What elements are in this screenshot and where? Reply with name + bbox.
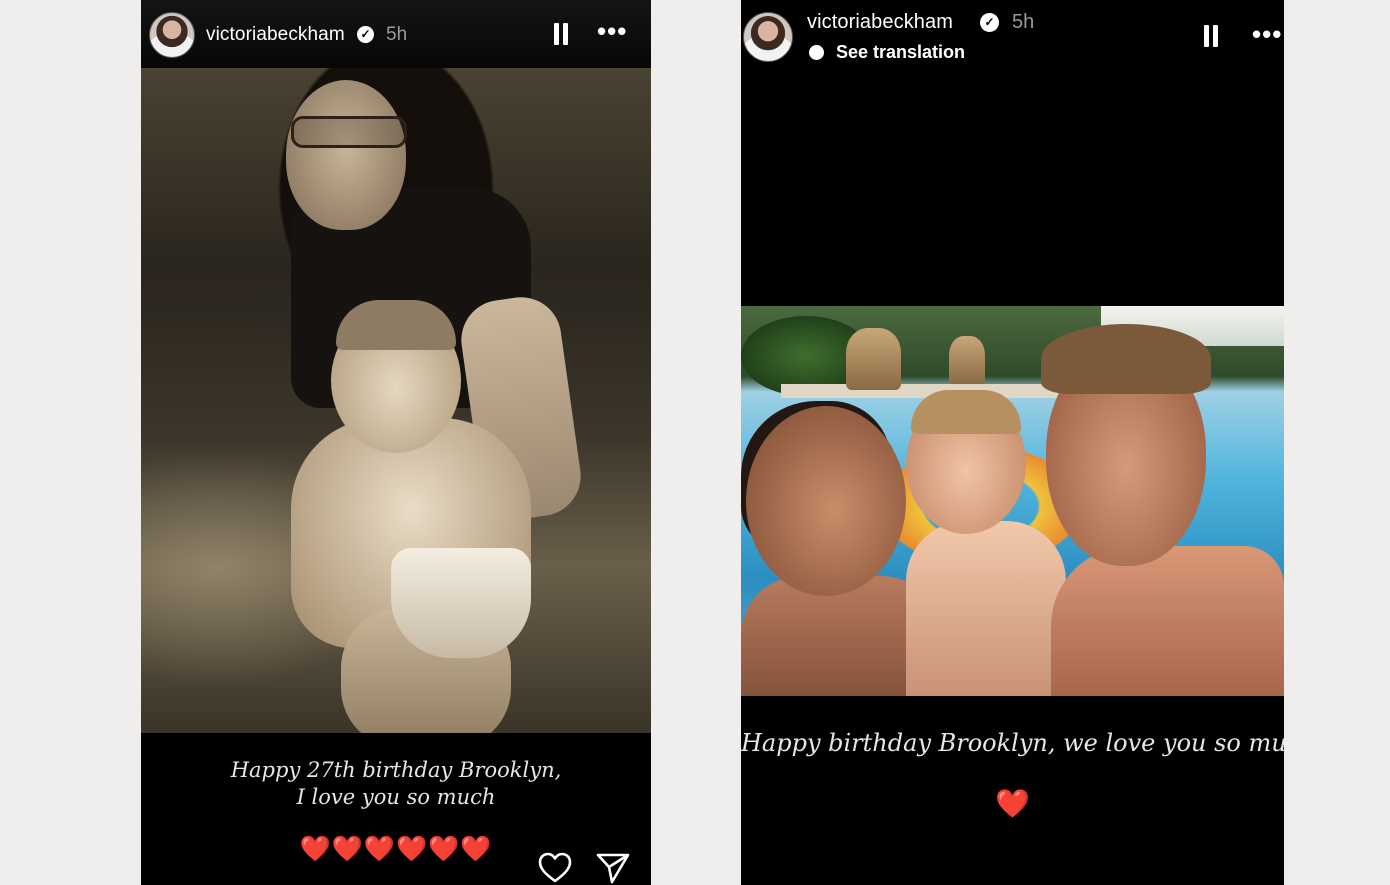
story-photo (141, 68, 651, 733)
heart-outline-icon[interactable] (538, 852, 572, 884)
more-options-icon[interactable]: ••• (1252, 21, 1282, 47)
story-left[interactable]: victoriabeckham ✓ 5h ••• Happy 27th birt… (141, 0, 651, 885)
photo-detail (1041, 324, 1211, 394)
pause-icon[interactable] (1203, 25, 1219, 47)
story-header: victoriabeckham ✓ 5h ••• (141, 0, 651, 68)
caption-line: I love you so much (296, 785, 496, 809)
avatar[interactable] (149, 12, 195, 58)
heart-emoji: ❤️ (995, 788, 1030, 819)
post-time: 5h (1012, 11, 1035, 33)
verified-badge-icon: ✓ (357, 26, 374, 43)
story-caption: Happy birthday Brooklyn, we love you so … (741, 729, 1284, 757)
photo-detail (336, 300, 456, 350)
avatar[interactable] (743, 12, 793, 62)
photo-detail (906, 521, 1066, 696)
photo-detail (846, 328, 901, 390)
translation-dot-icon (809, 45, 824, 60)
photo-detail (746, 406, 906, 596)
hearts-emoji: ❤️❤️❤️❤️❤️❤️ (299, 835, 493, 863)
photo-detail (911, 390, 1021, 434)
see-translation-link[interactable]: See translation (836, 42, 965, 63)
pause-icon[interactable] (553, 23, 569, 45)
story-caption: Happy 27th birthday Brooklyn, I love you… (141, 757, 651, 811)
story-right[interactable]: victoriabeckham ✓ 5h See translation •••… (741, 0, 1284, 885)
story-photo (741, 306, 1284, 696)
caption-line: Happy 27th birthday Brooklyn, (230, 758, 562, 782)
photo-detail (949, 336, 985, 384)
username[interactable]: victoriabeckham (807, 11, 953, 34)
photo-detail (1051, 546, 1284, 696)
paper-plane-icon[interactable] (596, 852, 630, 884)
verified-badge-icon: ✓ (980, 13, 999, 32)
username[interactable]: victoriabeckham (206, 24, 345, 46)
more-options-icon[interactable]: ••• (597, 18, 627, 44)
photo-detail (391, 548, 531, 658)
photo-detail (286, 80, 406, 230)
photo-detail (291, 116, 407, 148)
post-time: 5h (386, 24, 408, 45)
